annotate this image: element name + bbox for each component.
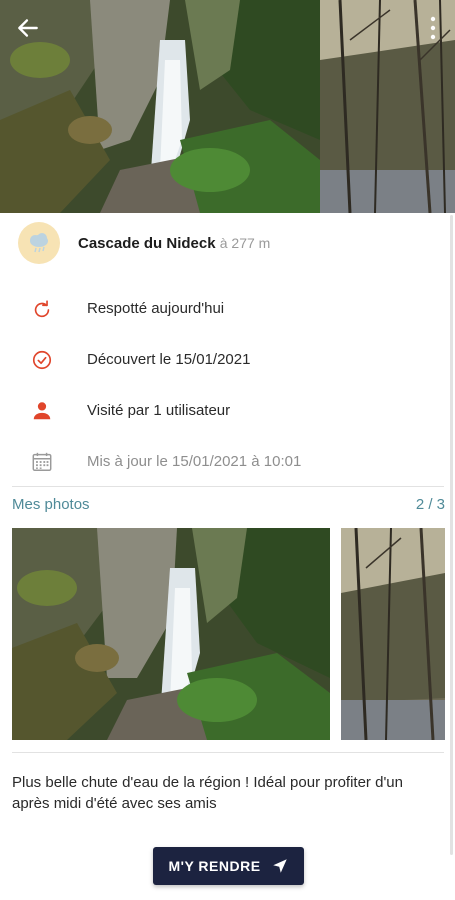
info-row-visited: Visité par 1 utilisateur	[0, 385, 455, 436]
person-icon	[22, 400, 62, 422]
info-list: Respotté aujourd'hui Découvert le 15/01/…	[0, 283, 455, 487]
scrollbar[interactable]	[450, 215, 453, 855]
place-description: Plus belle chute d'eau de la région ! Id…	[12, 774, 403, 812]
photos-counter: 2 / 3	[415, 496, 445, 513]
info-row-updated: Mis à jour le 15/01/2021 à 10:01	[0, 436, 455, 487]
info-row-respotted: Respotté aujourd'hui	[0, 283, 455, 334]
navigate-button[interactable]: M'Y RENDRE	[153, 847, 304, 885]
photo-thumbnail[interactable]	[341, 528, 445, 740]
refresh-icon	[22, 298, 62, 320]
hero-gallery[interactable]	[0, 0, 455, 213]
photos-header: Mes photos 2 / 3	[12, 496, 445, 513]
check-circle-icon	[22, 349, 62, 371]
place-avatar	[18, 222, 60, 264]
place-header: Cascade du Nideck à 277 m	[18, 222, 270, 264]
photos-label: Mes photos	[12, 496, 90, 513]
waterfall-photo[interactable]	[0, 0, 320, 213]
place-title: Cascade du Nideck à 277 m	[78, 235, 270, 252]
divider	[12, 486, 444, 487]
more-options-button[interactable]	[425, 14, 441, 42]
calendar-icon	[22, 451, 62, 473]
divider	[12, 752, 444, 753]
info-updated-text: Mis à jour le 15/01/2021 à 10:01	[87, 453, 302, 470]
info-row-discovered: Découvert le 15/01/2021	[0, 334, 455, 385]
photo-thumbnail[interactable]	[12, 528, 330, 740]
place-distance: à 277 m	[219, 234, 271, 251]
back-button[interactable]	[10, 10, 46, 46]
info-visited-text: Visité par 1 utilisateur	[87, 402, 231, 419]
navigation-arrow-icon	[272, 859, 287, 873]
info-respotted-text: Respotté aujourd'hui	[87, 300, 225, 317]
place-name: Cascade du Nideck	[78, 234, 216, 252]
navigate-button-label: M'Y RENDRE	[168, 858, 261, 874]
arrow-left-icon	[18, 19, 38, 37]
more-vertical-icon	[430, 16, 436, 40]
info-discovered-text: Découvert le 15/01/2021	[87, 351, 251, 368]
cloud-icon	[30, 233, 48, 253]
